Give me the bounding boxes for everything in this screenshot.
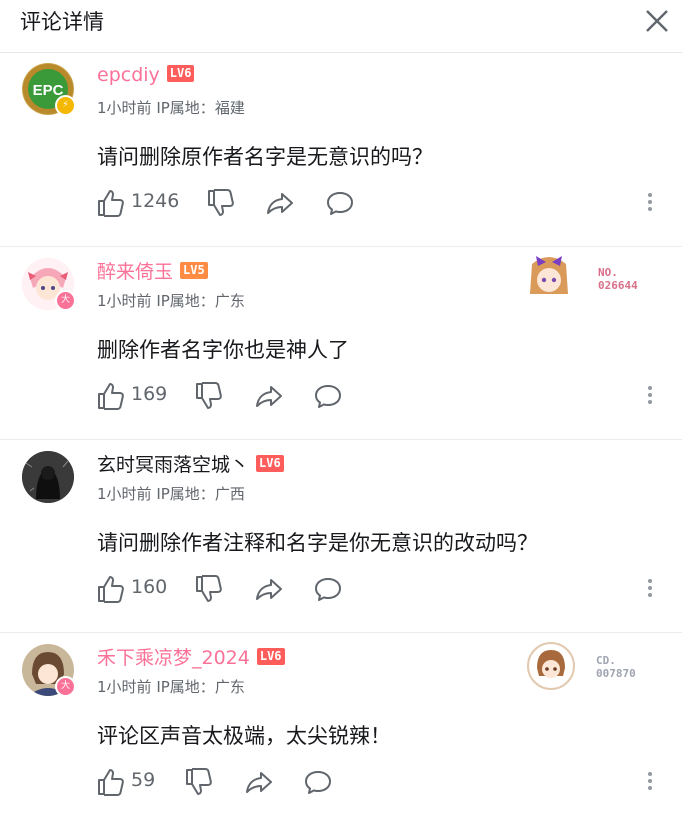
like-count: 1246 [131,190,180,212]
comment-item: 玄时冥雨落空城丶 LV6 1小时前 IP属地：广西 请问删除作者注释和名字是你无意… [0,439,682,633]
like-count: 59 [131,769,156,791]
comment-item: 大 醉来倚玉 LV5 NO. 026644 1小时前 IP属地：广东 删除作者名字你… [0,246,682,440]
close-icon[interactable] [642,6,672,36]
comment-meta: 1小时前 IP属地：广东 [97,678,245,696]
reply-icon[interactable] [313,381,343,411]
dark-hooded-avatar-icon [22,451,74,503]
vip-badge-icon: 大 [55,290,76,311]
thumbs-down-icon[interactable] [195,574,223,604]
more-options-icon[interactable] [645,769,655,795]
comment-meta: 1小时前 IP属地：福建 [97,99,245,117]
header-bar: 评论详情 [0,0,682,53]
like-count: 169 [131,383,168,405]
more-options-icon[interactable] [645,383,655,409]
level-badge: LV6 [166,65,195,82]
reply-icon[interactable] [303,767,333,797]
page-title: 评论详情 [20,10,104,34]
thumbs-down-icon[interactable] [185,767,213,797]
comment-actions: 169 [97,381,667,411]
fan-number: CD. 007870 [596,654,636,680]
share-icon[interactable] [244,767,274,797]
comment-item: EPC ⚡ epcdiy LV6 1小时前 IP属地：福建 请问删除原作者名字是无… [0,53,682,247]
comment-text: 删除作者名字你也是神人了 [97,338,349,362]
vip-badge-icon: 大 [55,676,76,697]
share-icon[interactable] [265,188,295,218]
thumbs-down-icon[interactable] [195,381,223,411]
more-options-icon[interactable] [645,190,655,216]
comment-username[interactable]: 禾下乘凉梦_2024 LV6 [97,643,285,670]
comment-actions: 1246 [97,188,667,218]
reply-icon[interactable] [325,188,355,218]
comment-item: 大 禾下乘凉梦_2024 LV6 CD. 007870 1小时前 IP属地：广东 评… [0,632,682,825]
fan-number: NO. 026644 [598,266,638,292]
thumbs-up-icon[interactable] [97,381,125,411]
thumbs-up-icon[interactable] [97,188,125,218]
thumbs-up-icon[interactable] [97,574,125,604]
more-options-icon[interactable] [645,576,655,602]
fan-medal-avatar [522,250,576,304]
reply-icon[interactable] [313,574,343,604]
thumbs-up-icon[interactable] [97,767,125,797]
thumbs-down-icon[interactable] [207,188,235,218]
comment-actions: 160 [97,574,667,604]
comment-actions: 59 [97,767,667,797]
like-count: 160 [131,576,168,598]
comment-meta: 1小时前 IP属地：广西 [97,485,245,503]
level-badge: LV6 [256,455,284,472]
anime-fan-medal-icon [527,642,575,690]
level-badge: LV6 [256,648,285,665]
share-icon[interactable] [254,574,284,604]
comment-username[interactable]: epcdiy LV6 [97,64,195,86]
comment-text: 请问删除作者注释和名字是你无意识的改动吗？ [97,531,538,555]
share-icon[interactable] [254,381,284,411]
comment-username[interactable]: 玄时冥雨落空城丶 LV6 [97,450,284,477]
avatar[interactable] [22,451,74,503]
comment-text: 请问删除原作者名字是无意识的吗？ [97,145,433,169]
vip-badge-icon: ⚡ [55,95,76,116]
anime-fan-medal-icon [530,256,568,294]
comment-text: 评论区声音太极端，太尖锐辣！ [97,724,391,748]
fan-medal-avatar [527,642,575,690]
comment-meta: 1小时前 IP属地：广东 [97,292,245,310]
level-badge: LV5 [180,262,208,279]
comment-username[interactable]: 醉来倚玉 LV5 [97,257,208,284]
